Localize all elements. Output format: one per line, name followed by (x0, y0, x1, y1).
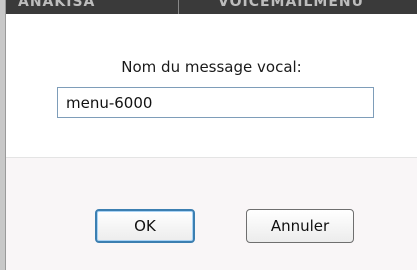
dialog-content: Nom du message vocal: (6, 14, 417, 157)
prompt-dialog: Nom du message vocal: OK Annuler (6, 14, 417, 270)
background-window-strip: ANAKISA VOICEMAILMENU (0, 0, 417, 14)
dialog-button-bar: OK Annuler (6, 158, 417, 270)
background-divider (178, 0, 179, 14)
cancel-button[interactable]: Annuler (246, 209, 354, 243)
background-ghost-text-left: ANAKISA (18, 0, 96, 10)
screen: ANAKISA VOICEMAILMENU Nom du message voc… (0, 0, 417, 270)
ok-button[interactable]: OK (95, 209, 195, 243)
voicemail-name-input[interactable] (57, 87, 374, 118)
background-ghost-text-right: VOICEMAILMENU (218, 0, 365, 10)
prompt-label: Nom du message vocal: (121, 58, 302, 76)
